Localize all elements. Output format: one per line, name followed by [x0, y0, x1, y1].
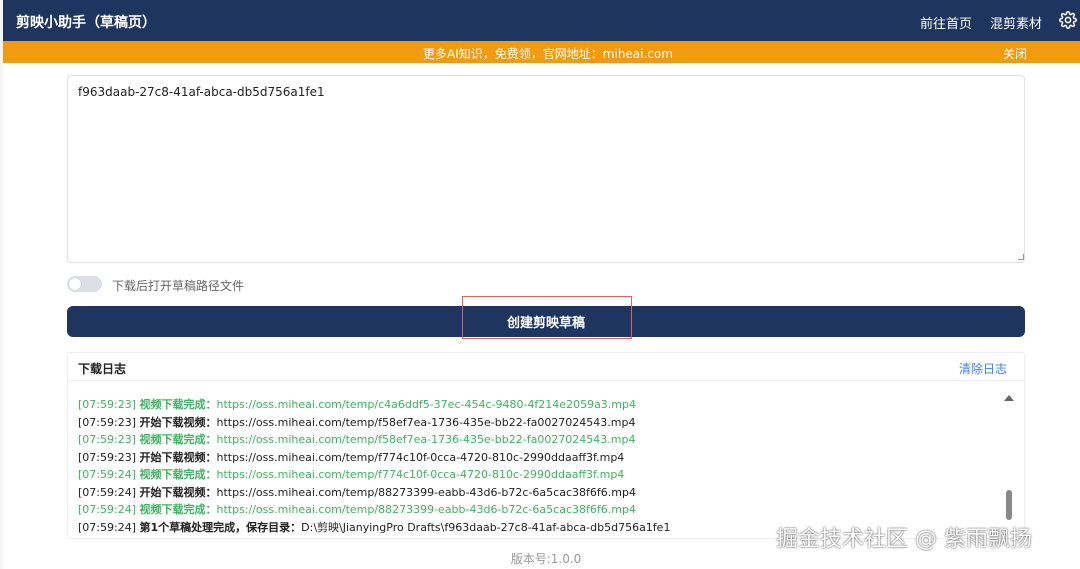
log-line: [07:59:23] 开始下载视频：https://oss.miheai.com… — [78, 414, 636, 430]
banner-close-button[interactable]: 关闭 — [1003, 45, 1027, 62]
watermark: 掘金技术社区 @ 紫雨飘扬 — [776, 527, 1032, 552]
create-draft-button[interactable]: 创建剪映草稿 — [67, 306, 1025, 337]
log-url: https://oss.miheai.com/temp/f58ef7ea-173… — [216, 433, 636, 446]
scroll-up-icon[interactable] — [1004, 395, 1014, 401]
log-label: 视频下载完成： — [139, 468, 217, 481]
log-line: [07:59:23] 开始下载视频：https://oss.miheai.com… — [78, 449, 624, 465]
log-url: https://oss.miheai.com/temp/88273399-eab… — [216, 485, 636, 499]
log-time: [07:59:23] — [78, 433, 140, 446]
resize-handle[interactable] — [1018, 254, 1024, 260]
log-time: [07:59:24] — [78, 468, 140, 481]
log-time: [07:59:24] — [78, 485, 140, 499]
scrollbar-thumb[interactable] — [1006, 490, 1012, 520]
log-label: 视频下载完成： — [139, 398, 217, 411]
promo-banner: 更多AI知识，免费领，官网地址：miheai.com 关闭 — [3, 41, 1080, 63]
log-label: 视频下载完成： — [139, 433, 217, 446]
log-line: [07:59:24] 视频下载完成：https://oss.miheai.com… — [78, 501, 636, 517]
log-url: https://oss.miheai.com/temp/f774c10f-0cc… — [216, 468, 625, 481]
log-label: 开始下载视频： — [139, 485, 217, 499]
log-label: 开始下载视频： — [139, 415, 217, 429]
log-header: 下载日志 清除日志 — [68, 353, 1024, 381]
log-time: [07:59:23] — [78, 415, 140, 429]
log-url: https://oss.miheai.com/temp/c4a6ddf5-37e… — [216, 398, 636, 411]
banner-text: 更多AI知识，免费领，官网地址：miheai.com — [423, 47, 673, 61]
log-time: [07:59:23] — [78, 398, 140, 411]
draft-id-input[interactable]: f963daab-27c8-41af-abca-db5d756a1fe1 — [67, 75, 1025, 263]
open-path-toggle-label: 下载后打开草稿路径文件 — [112, 279, 245, 293]
log-label: 视频下载完成： — [139, 503, 217, 516]
log-time: [07:59:24] — [78, 520, 140, 534]
clear-log-button[interactable]: 清除日志 — [959, 360, 1007, 377]
header-bar: 剪映小助手（草稿页） 前往首页 混剪素材 — [3, 0, 1080, 41]
nav-home-link[interactable]: 前往首页 — [920, 13, 972, 32]
main-content: f963daab-27c8-41af-abca-db5d756a1fe1 下载后… — [3, 63, 1080, 569]
toggle-knob — [69, 278, 81, 290]
log-line: [07:59:24] 开始下载视频：https://oss.miheai.com… — [78, 484, 636, 500]
download-log-panel: 下载日志 清除日志 [07:59:23] 视频下载完成：https://oss.… — [67, 352, 1025, 539]
nav-mix-materials-link[interactable]: 混剪素材 — [990, 13, 1042, 32]
log-label: 开始下载视频： — [139, 450, 217, 464]
log-time: [07:59:23] — [78, 450, 140, 464]
log-url: https://oss.miheai.com/temp/f774c10f-0cc… — [216, 450, 625, 464]
log-url: https://oss.miheai.com/temp/88273399-eab… — [216, 503, 636, 516]
log-url: https://oss.miheai.com/temp/f58ef7ea-173… — [216, 415, 636, 429]
log-title: 下载日志 — [78, 362, 127, 376]
log-line: [07:59:23] 视频下载完成：https://oss.miheai.com… — [78, 396, 636, 412]
log-body[interactable]: [07:59:23] 视频下载完成：https://oss.miheai.com… — [68, 382, 1024, 538]
log-time: [07:59:24] — [78, 503, 140, 516]
log-label: 第1个草稿处理完成，保存目录： — [139, 520, 302, 534]
log-line: [07:59:24] 第1个草稿处理完成，保存目录：D:\剪映\Jianying… — [78, 519, 670, 535]
log-line: [07:59:24] 视频下载完成：https://oss.miheai.com… — [78, 466, 624, 482]
gear-icon[interactable] — [1059, 11, 1077, 29]
log-url: D:\剪映\JianyingPro Drafts\f963daab-27c8-4… — [301, 520, 671, 534]
log-line: [07:59:23] 视频下载完成：https://oss.miheai.com… — [78, 431, 636, 447]
open-path-toggle[interactable] — [67, 276, 102, 292]
app-title: 剪映小助手（草稿页） — [16, 15, 156, 31]
